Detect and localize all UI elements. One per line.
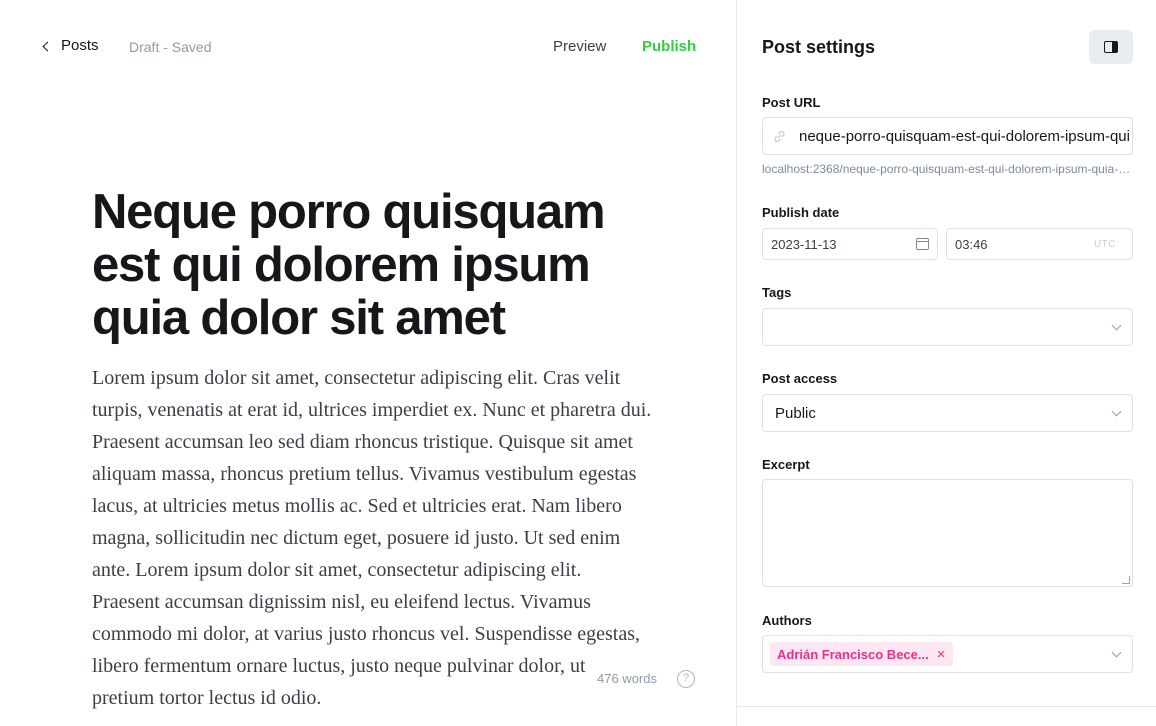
publish-date-label: Publish date	[762, 205, 840, 220]
editor-topbar: Posts Draft - Saved Preview Publish	[0, 0, 736, 94]
excerpt-label: Excerpt	[762, 457, 810, 472]
editor-area: Posts Draft - Saved Preview Publish Nequ…	[0, 0, 736, 726]
post-body[interactable]: Lorem ipsum dolor sit amet, consectetur …	[92, 362, 652, 714]
publish-time-input[interactable]: 03:46 UTC	[946, 228, 1133, 260]
post-access-value: Public	[775, 404, 816, 422]
author-chip[interactable]: Adrián Francisco Bece... ×	[770, 642, 953, 666]
publish-date-input[interactable]: 2023-11-13	[762, 228, 938, 260]
publish-button[interactable]: Publish	[642, 38, 696, 55]
link-icon	[773, 130, 787, 143]
publish-date-value: 2023-11-13	[771, 236, 837, 252]
authors-select[interactable]: Adrián Francisco Bece... ×	[762, 635, 1133, 673]
author-name: Adrián Francisco Bece...	[777, 646, 929, 662]
preview-button[interactable]: Preview	[553, 38, 606, 55]
authors-label: Authors	[762, 613, 812, 628]
post-status: Draft - Saved	[129, 39, 212, 55]
sidebar-toggle-icon	[1104, 41, 1118, 53]
post-access-label: Post access	[762, 371, 838, 386]
sidebar-toggle-button[interactable]	[1089, 30, 1133, 64]
chevron-left-icon	[42, 41, 53, 51]
post-settings-panel: Post settings Post URL neque-porro-quisq…	[736, 0, 1156, 726]
post-url-label: Post URL	[762, 95, 821, 110]
post-access-select[interactable]: Public	[762, 394, 1133, 432]
back-to-posts-link[interactable]: Posts	[42, 37, 99, 54]
close-icon[interactable]: ×	[937, 647, 946, 662]
help-icon[interactable]: ?	[677, 670, 695, 688]
post-title[interactable]: Neque porro quisquam est qui dolorem ips…	[92, 186, 652, 345]
post-url-input[interactable]: neque-porro-quisquam-est-qui-dolorem-ips…	[762, 117, 1133, 155]
publish-time-value: 03:46	[955, 236, 988, 252]
panel-divider	[737, 706, 1156, 707]
tags-label: Tags	[762, 285, 792, 300]
post-url-hint[interactable]: localhost:2368/neque-porro-quisquam-est-…	[762, 162, 1133, 176]
tags-select[interactable]	[762, 308, 1133, 346]
chevron-down-icon	[1111, 647, 1122, 657]
panel-title: Post settings	[762, 37, 876, 57]
word-count: 476 words	[597, 671, 663, 686]
back-label: Posts	[61, 37, 99, 54]
timezone-label: UTC	[1093, 238, 1116, 250]
calendar-icon[interactable]	[916, 238, 929, 250]
chevron-down-icon	[1111, 406, 1122, 416]
excerpt-textarea[interactable]	[762, 479, 1133, 587]
chevron-down-icon	[1111, 320, 1122, 330]
resize-handle-icon[interactable]	[1122, 576, 1130, 584]
post-url-value: neque-porro-quisquam-est-qui-dolorem-ips…	[799, 127, 1129, 145]
